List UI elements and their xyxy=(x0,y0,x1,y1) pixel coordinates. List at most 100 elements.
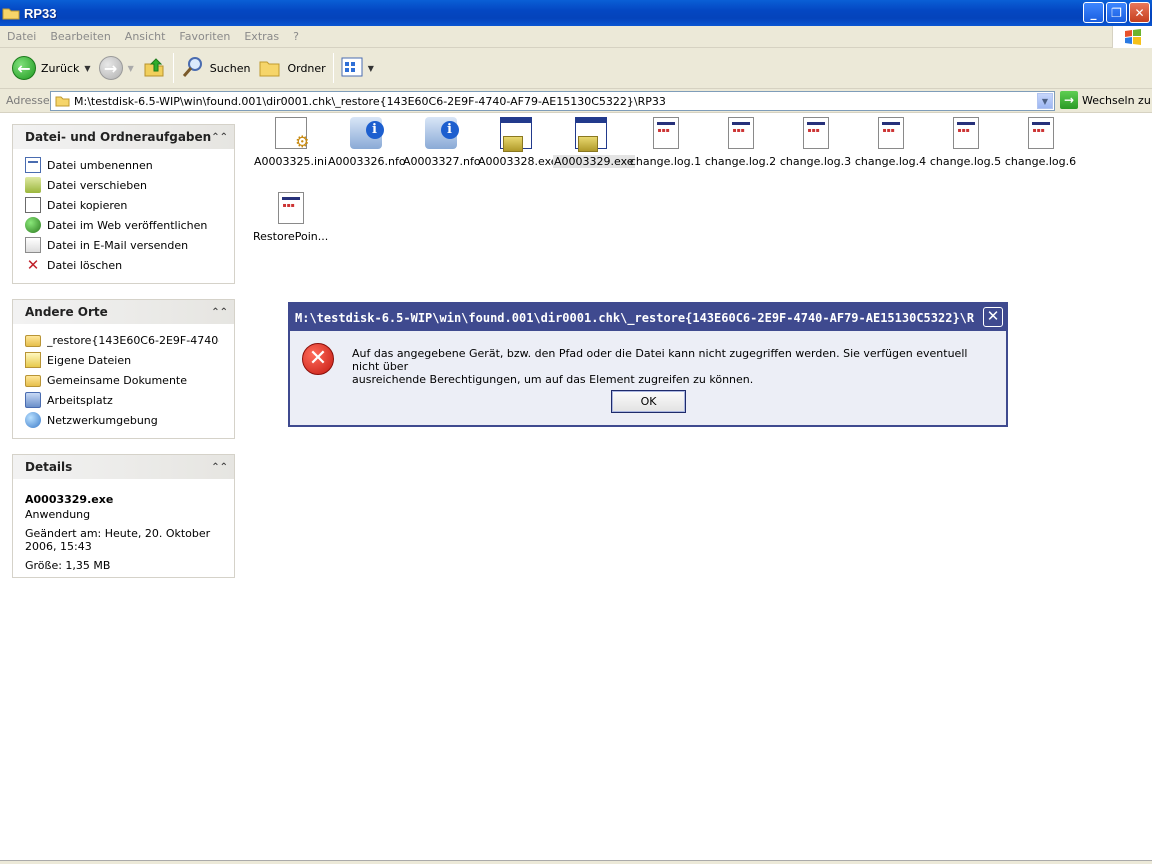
file-item[interactable]: RestorePoin... xyxy=(253,192,328,243)
places-box: Andere Orte ⌃⌃ _restore{143E60C6-2E9F-47… xyxy=(12,299,235,439)
task-label: Datei löschen xyxy=(47,258,123,272)
file-name: change.log.6 xyxy=(1004,155,1077,168)
tasks-header[interactable]: Datei- und Ordneraufgaben ⌃⌃ xyxy=(13,125,234,149)
close-icon: ✕ xyxy=(986,307,1000,325)
details-type: Anwendung xyxy=(25,508,91,521)
place-my-documents[interactable]: Eigene Dateien xyxy=(25,350,222,370)
ok-button[interactable]: OK xyxy=(611,390,686,413)
file-item[interactable]: A0003328.exe xyxy=(478,117,558,168)
details-box: Details ⌃⌃ A0003329.exe Anwendung Geände… xyxy=(12,454,235,578)
forward-button[interactable]: → ▼ xyxy=(95,51,138,85)
globe-icon xyxy=(25,217,41,233)
tasks-box: Datei- und Ordneraufgaben ⌃⌃ Datei umben… xyxy=(12,124,235,284)
folders-label: Ordner xyxy=(287,61,326,75)
search-button[interactable]: Suchen xyxy=(177,51,255,85)
place-my-computer[interactable]: Arbeitsplatz xyxy=(25,390,222,410)
exe-file-icon xyxy=(499,117,532,152)
up-button[interactable] xyxy=(138,51,170,85)
error-dialog: M:\testdisk-6.5-WIP\win\found.001\dir000… xyxy=(288,302,1008,427)
places-header[interactable]: Andere Orte ⌃⌃ xyxy=(13,300,234,324)
place-label: Arbeitsplatz xyxy=(47,393,113,407)
title-bar[interactable]: RP33 _ ❐ ✕ xyxy=(0,0,1152,26)
file-item[interactable]: A0003325.ini xyxy=(253,117,328,168)
menu-datei[interactable]: Datei xyxy=(0,30,43,43)
file-item[interactable]: change.log.3 xyxy=(778,117,853,168)
dialog-message: Auf das angegebene Gerät, bzw. den Pfad … xyxy=(352,347,992,386)
dialog-title: M:\testdisk-6.5-WIP\win\found.001\dir000… xyxy=(295,310,975,325)
minimize-button[interactable]: _ xyxy=(1083,2,1104,23)
task-label: Datei im Web veröffentlichen xyxy=(47,218,208,232)
menu-ansicht[interactable]: Ansicht xyxy=(118,30,173,43)
maximize-button[interactable]: ❐ xyxy=(1106,2,1127,23)
task-delete[interactable]: ✕ Datei löschen xyxy=(25,255,222,275)
file-name: A0003329.exe xyxy=(553,155,635,168)
chevron-down-icon[interactable]: ▼ xyxy=(128,64,134,73)
log-file-icon xyxy=(802,117,829,149)
address-input[interactable]: M:\testdisk-6.5-WIP\win\found.001\dir000… xyxy=(50,91,1055,111)
task-move[interactable]: Datei verschieben xyxy=(25,175,222,195)
task-publish-web[interactable]: Datei im Web veröffentlichen xyxy=(25,215,222,235)
chevron-down-icon[interactable]: ▼ xyxy=(368,64,374,73)
task-copy[interactable]: Datei kopieren xyxy=(25,195,222,215)
details-filename: A0003329.exe xyxy=(25,493,114,506)
file-name: change.log.2 xyxy=(704,155,777,168)
task-rename[interactable]: Datei umbenennen xyxy=(25,155,222,175)
address-value: M:\testdisk-6.5-WIP\win\found.001\dir000… xyxy=(74,94,666,108)
file-item[interactable]: change.log.2 xyxy=(703,117,778,168)
address-dropdown-button[interactable]: ▼ xyxy=(1037,93,1053,109)
file-item-selected[interactable]: A0003329.exe xyxy=(553,117,635,168)
collapse-icon[interactable]: ⌃⌃ xyxy=(211,462,228,473)
collapse-icon[interactable]: ⌃⌃ xyxy=(211,132,228,143)
exe-file-icon xyxy=(574,117,607,152)
place-label: Netzwerkumgebung xyxy=(47,413,158,427)
collapse-icon[interactable]: ⌃⌃ xyxy=(211,307,228,318)
folder-up-icon xyxy=(142,55,166,82)
go-button[interactable]: → Wechseln zu xyxy=(1060,91,1151,109)
menu-help[interactable]: ? xyxy=(286,30,306,43)
documents-icon xyxy=(25,352,41,368)
menu-bar: Datei Bearbeiten Ansicht Favoriten Extra… xyxy=(0,26,1152,48)
restore-icon: ❐ xyxy=(1111,5,1122,20)
file-name: change.log.3 xyxy=(779,155,852,168)
details-header[interactable]: Details ⌃⌃ xyxy=(13,455,234,479)
close-button[interactable]: ✕ xyxy=(1129,2,1150,23)
file-item[interactable]: A0003327.nfo xyxy=(403,117,481,168)
chevron-down-icon: ▼ xyxy=(1041,96,1049,106)
menu-extras[interactable]: Extras xyxy=(237,30,286,43)
chevron-down-icon[interactable]: ▼ xyxy=(84,64,90,73)
folder-icon xyxy=(25,375,41,387)
place-restore[interactable]: _restore{143E60C6-2E9F-4740-AF7 xyxy=(25,330,222,350)
task-email[interactable]: Datei in E-Mail versenden xyxy=(25,235,222,255)
file-item[interactable]: change.log.4 xyxy=(853,117,928,168)
log-file-icon xyxy=(877,117,904,149)
address-bar: Adresse M:\testdisk-6.5-WIP\win\found.00… xyxy=(0,89,1152,113)
file-name: A0003328.exe xyxy=(478,155,558,168)
file-item[interactable]: change.log.5 xyxy=(928,117,1003,168)
menu-favoriten[interactable]: Favoriten xyxy=(172,30,237,43)
folder-icon xyxy=(25,335,41,347)
file-item[interactable]: change.log.6 xyxy=(1003,117,1078,168)
copy-icon xyxy=(25,197,41,213)
place-network[interactable]: Netzwerkumgebung xyxy=(25,410,222,430)
dialog-message-line: Auf das angegebene Gerät, bzw. den Pfad … xyxy=(352,347,968,373)
back-button[interactable]: ← Zurück ▼ xyxy=(8,51,95,85)
file-name: A0003327.nfo xyxy=(403,155,481,168)
toolbar-separator xyxy=(172,53,174,83)
tasks-header-label: Datei- und Ordneraufgaben xyxy=(25,130,212,144)
forward-arrow-icon: → xyxy=(98,56,123,80)
file-name: RestorePoin... xyxy=(253,230,329,243)
task-label: Datei kopieren xyxy=(47,198,128,212)
menu-bearbeiten[interactable]: Bearbeiten xyxy=(43,30,117,43)
folder-icon xyxy=(55,95,70,107)
folders-button[interactable]: Ordner xyxy=(254,51,329,85)
dialog-message-line: ausreichende Berechtigungen, um auf das … xyxy=(352,373,754,386)
dialog-title-bar[interactable]: M:\testdisk-6.5-WIP\win\found.001\dir000… xyxy=(290,304,1006,331)
minimize-icon: _ xyxy=(1090,5,1097,20)
views-button[interactable]: ▼ xyxy=(337,51,378,85)
dialog-close-button[interactable]: ✕ xyxy=(983,307,1003,327)
file-item[interactable]: A0003326.nfo xyxy=(328,117,406,168)
toolbar: ← Zurück ▼ → ▼ Suchen Ordner ▼ xyxy=(0,48,1152,89)
file-item[interactable]: change.log.1 xyxy=(628,117,703,168)
place-shared-documents[interactable]: Gemeinsame Dokumente xyxy=(25,370,222,390)
status-edge xyxy=(0,860,1152,864)
